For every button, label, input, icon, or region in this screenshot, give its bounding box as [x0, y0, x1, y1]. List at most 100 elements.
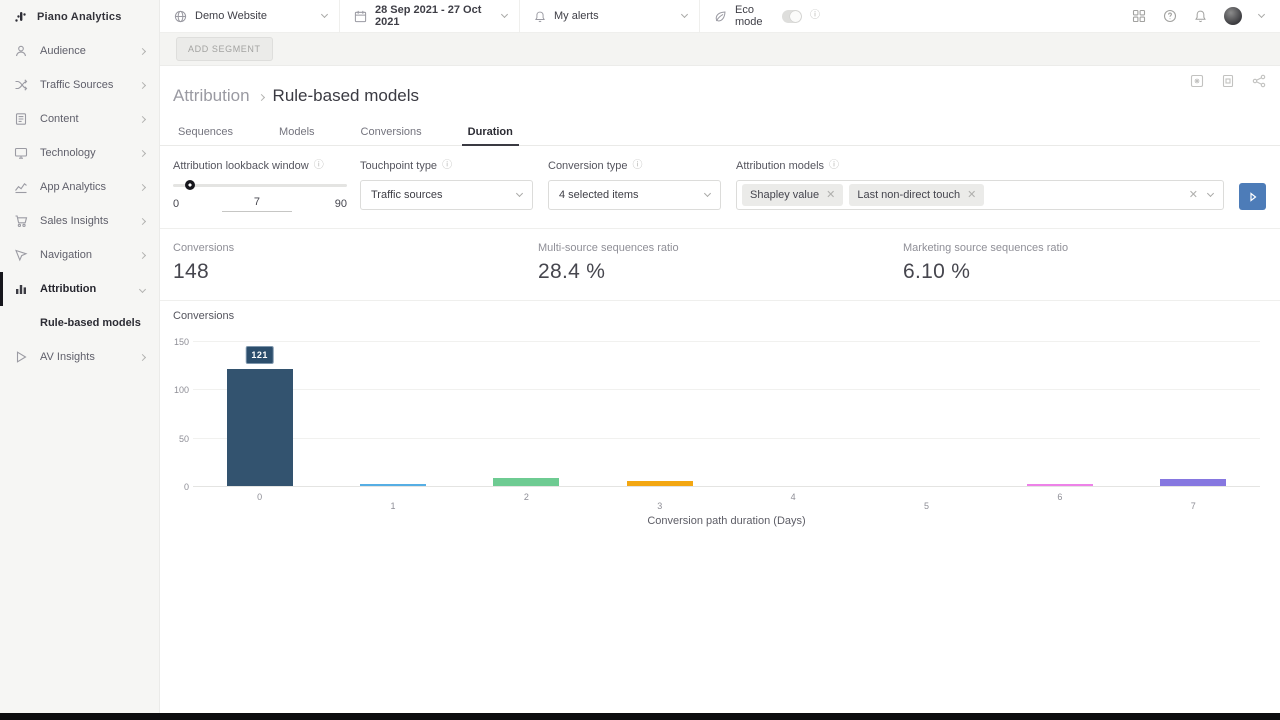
slider-min-label: 0: [173, 198, 179, 210]
sidebar-item-technology[interactable]: Technology: [0, 136, 159, 170]
slider-values: 0 90: [173, 196, 347, 212]
gridline-y-150: [193, 341, 1260, 342]
x-axis-tick-label: 4: [791, 492, 796, 502]
sidebar-item-app-analytics[interactable]: App Analytics: [0, 170, 159, 204]
bell-icon: [534, 10, 546, 23]
info-icon[interactable]: ⓘ: [810, 11, 820, 21]
date-range-label: 28 Sep 2021 - 27 Oct 2021: [375, 4, 494, 28]
add-segment-button[interactable]: ADD SEGMENT: [176, 37, 273, 61]
chevron-down-icon: [321, 11, 328, 18]
chevron-down-icon[interactable]: [1207, 190, 1214, 197]
eco-mode-toggle[interactable]: [782, 10, 802, 23]
chevron-right-icon: [139, 115, 146, 122]
sidebar-item-av-insights[interactable]: AV Insights: [0, 340, 159, 374]
chevron-down-icon: [704, 190, 711, 197]
eco-mode-section: Eco mode ⓘ: [700, 0, 832, 32]
apps-grid-icon[interactable]: [1132, 9, 1146, 23]
content-actions: [1190, 74, 1266, 88]
touchpoint-value: Traffic sources: [371, 189, 517, 201]
alerts-selector[interactable]: My alerts: [520, 0, 700, 32]
tab-duration[interactable]: Duration: [468, 119, 513, 145]
lookback-label: Attribution lookback window ⓘ: [173, 160, 347, 172]
chevron-right-icon: [139, 149, 146, 156]
chevron-right-icon: [139, 353, 146, 360]
bar-day-0[interactable]: [227, 369, 293, 486]
apply-filters-button[interactable]: [1239, 183, 1266, 210]
sidebar-item-audience[interactable]: Audience: [0, 34, 159, 68]
topbar-right: [1132, 0, 1280, 32]
conversion-type-select[interactable]: 4 selected items: [548, 180, 721, 210]
av-insights-icon: [13, 350, 29, 364]
sidebar-item-label: Attribution: [40, 283, 140, 295]
lookback-value-input[interactable]: [222, 196, 292, 212]
kpi-value: 6.10 %: [903, 260, 1268, 284]
piano-analytics-logo-icon: [13, 9, 29, 25]
attribution-models-select[interactable]: Shapley value ✕ Last non-direct touch ✕ ✕: [736, 180, 1224, 210]
info-icon[interactable]: ⓘ: [633, 161, 643, 171]
model-chip-last-non-direct-touch[interactable]: Last non-direct touch ✕: [849, 184, 984, 206]
sidebar-item-sales-insights[interactable]: Sales Insights: [0, 204, 159, 238]
tab-label: Conversions: [361, 126, 422, 138]
kpi-row: Conversions148Multi-source sequences rat…: [173, 242, 1268, 284]
lookback-slider[interactable]: [173, 180, 347, 192]
sidebar-nav: AudienceTraffic SourcesContentTechnology…: [0, 34, 159, 374]
page-title: Rule-based models: [273, 86, 419, 106]
help-icon[interactable]: [1163, 9, 1177, 23]
share-icon[interactable]: [1252, 74, 1266, 88]
date-range-selector[interactable]: 28 Sep 2021 - 27 Oct 2021: [340, 0, 520, 32]
logo-text: Piano Analytics: [37, 11, 122, 23]
slider-track[interactable]: [173, 184, 347, 187]
bar-day-7[interactable]: [1160, 479, 1226, 486]
tab-sequences[interactable]: Sequences: [178, 119, 233, 145]
sidebar-item-label: Navigation: [40, 249, 140, 261]
info-icon[interactable]: ⓘ: [314, 161, 324, 171]
sidebar-item-navigation[interactable]: Navigation: [0, 238, 159, 272]
bookmark-icon[interactable]: [1190, 74, 1204, 88]
bar-day-3[interactable]: [627, 481, 693, 486]
kpi-label: Marketing source sequences ratio: [903, 242, 1268, 254]
remove-chip-icon[interactable]: ✕: [967, 190, 976, 201]
info-icon[interactable]: ⓘ: [442, 161, 452, 171]
clear-selection-icon[interactable]: ✕: [1189, 190, 1198, 201]
x-axis-tick-label: 0: [257, 492, 262, 502]
chevron-right-icon: [139, 81, 146, 88]
model-chip-shapley-value[interactable]: Shapley value ✕: [742, 184, 843, 206]
chevron-right-icon: [258, 93, 265, 100]
breadcrumb-parent[interactable]: Attribution: [173, 86, 250, 106]
kpi-label: Multi-source sequences ratio: [538, 242, 903, 254]
sidebar-subitem-label: Rule-based models: [40, 317, 141, 329]
audience-icon: [13, 44, 29, 58]
sidebar-item-content[interactable]: Content: [0, 102, 159, 136]
sidebar-item-traffic-sources[interactable]: Traffic Sources: [0, 68, 159, 102]
remove-chip-icon[interactable]: ✕: [826, 190, 835, 201]
chip-label: Shapley value: [750, 189, 819, 201]
x-axis-tick-label: 5: [924, 501, 929, 511]
user-avatar[interactable]: [1224, 7, 1242, 25]
logo[interactable]: Piano Analytics: [0, 0, 159, 34]
chevron-down-icon[interactable]: [1258, 11, 1265, 18]
sidebar: Piano Analytics AudienceTraffic SourcesC…: [0, 0, 160, 713]
export-report-icon[interactable]: [1221, 74, 1235, 88]
content-icon: [13, 112, 29, 126]
chevron-down-icon: [139, 285, 146, 292]
sidebar-item-rule-based-models[interactable]: Rule-based models: [0, 306, 159, 340]
bar-day-1[interactable]: [360, 484, 426, 486]
notifications-bell-icon[interactable]: [1194, 9, 1207, 23]
tab-conversions[interactable]: Conversions: [361, 119, 422, 145]
tab-models[interactable]: Models: [279, 119, 314, 145]
lookback-filter: Attribution lookback window ⓘ 0 90: [173, 160, 347, 212]
conversion-type-label: Conversion type ⓘ: [548, 160, 721, 172]
gridline-y-0: [193, 486, 1260, 487]
slider-handle[interactable]: [185, 180, 195, 190]
bar-day-2[interactable]: [493, 478, 559, 486]
kpi-value: 148: [173, 260, 538, 284]
app-root: Piano Analytics AudienceTraffic SourcesC…: [0, 0, 1280, 720]
site-selector[interactable]: Demo Website: [160, 0, 340, 32]
info-icon[interactable]: ⓘ: [829, 161, 839, 171]
bar-day-6[interactable]: [1027, 484, 1093, 486]
segment-bar: ADD SEGMENT: [160, 33, 1280, 66]
touchpoint-select[interactable]: Traffic sources: [360, 180, 533, 210]
chip-label: Last non-direct touch: [857, 189, 960, 201]
sidebar-item-attribution[interactable]: Attribution: [0, 272, 159, 306]
tab-label: Models: [279, 126, 314, 138]
